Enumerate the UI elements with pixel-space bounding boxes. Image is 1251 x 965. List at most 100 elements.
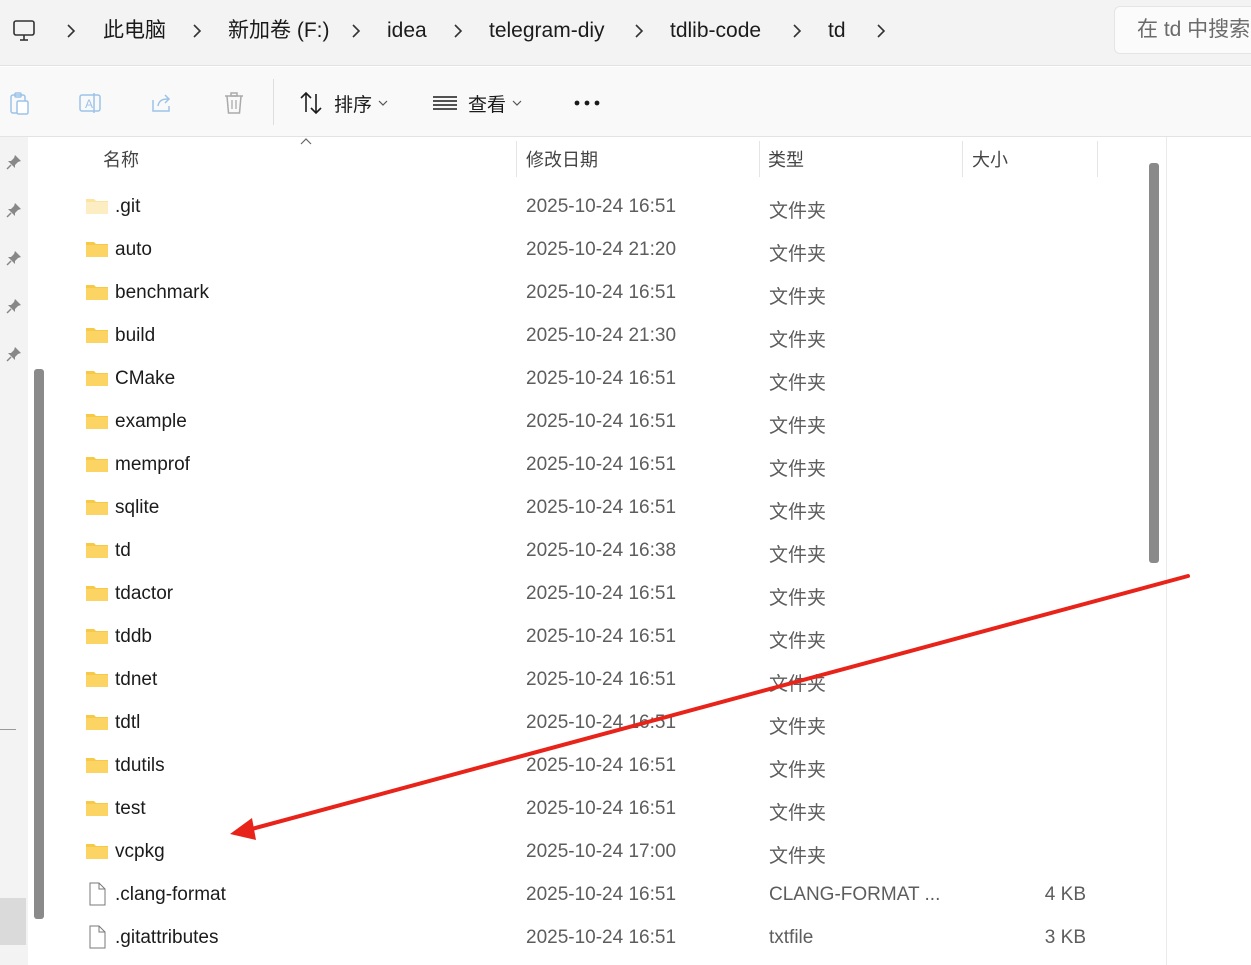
- address-bar: 此电脑 新加卷 (F:) idea telegram-diy tdlib-cod…: [0, 0, 1251, 66]
- file-modified: 2025-10-24 16:51: [526, 411, 677, 432]
- column-name[interactable]: 名称: [103, 146, 139, 172]
- file-size: 3 KB: [1044, 927, 1086, 948]
- column-divider[interactable]: [962, 141, 963, 177]
- file-modified: 2025-10-24 16:51: [526, 798, 677, 819]
- nav-selected-item[interactable]: [0, 898, 26, 945]
- folder-icon: [85, 495, 109, 519]
- chevron-right-icon[interactable]: [190, 21, 204, 41]
- folder-icon: [85, 409, 109, 433]
- view-button[interactable]: 查看: [432, 87, 522, 119]
- breadcrumb-td[interactable]: td: [828, 18, 846, 44]
- chevron-right-icon[interactable]: [874, 21, 888, 41]
- file-row[interactable]: benchmark 2025-10-24 16:51 文件夹: [80, 271, 1120, 314]
- clipboard-icon[interactable]: [6, 90, 32, 116]
- search-input[interactable]: [1137, 18, 1251, 42]
- file-name: auto: [115, 239, 152, 260]
- file-type: 文件夹: [769, 373, 827, 394]
- file-name: .clang-format: [115, 884, 226, 905]
- file-type: 文件夹: [769, 201, 827, 222]
- folder-icon: [85, 538, 109, 562]
- breadcrumb-tdlib-code[interactable]: tdlib-code: [670, 18, 761, 44]
- file-row[interactable]: build 2025-10-24 21:30 文件夹: [80, 314, 1120, 357]
- navigation-pane: [0, 137, 28, 965]
- column-modified[interactable]: 修改日期: [526, 146, 598, 172]
- file-row[interactable]: .gitattributes 2025-10-24 16:51 txtfile 3 K…: [80, 916, 1120, 959]
- list-scrollbar-thumb[interactable]: [1149, 163, 1159, 563]
- file-row[interactable]: example 2025-10-24 16:51 文件夹: [80, 400, 1120, 443]
- file-name: CMake: [115, 368, 176, 389]
- column-divider[interactable]: [516, 141, 517, 177]
- file-name: tdnet: [115, 669, 158, 690]
- folder-icon: [85, 366, 109, 390]
- computer-icon[interactable]: [12, 19, 36, 43]
- file-name: td: [115, 540, 131, 561]
- pin-icon[interactable]: [5, 201, 23, 219]
- column-type[interactable]: 类型: [768, 146, 804, 172]
- search-box[interactable]: [1114, 6, 1251, 54]
- file-modified: 2025-10-24 16:51: [526, 927, 677, 948]
- file-name: tddb: [115, 626, 152, 647]
- chevron-right-icon[interactable]: [451, 21, 465, 41]
- sort-button[interactable]: 排序: [298, 87, 388, 119]
- column-divider[interactable]: [759, 141, 760, 177]
- file-row[interactable]: auto 2025-10-24 21:20 文件夹: [80, 228, 1120, 271]
- file-type: 文件夹: [769, 846, 827, 867]
- chevron-right-icon[interactable]: [790, 21, 804, 41]
- file-name: memprof: [115, 454, 190, 475]
- chevron-right-icon[interactable]: [632, 21, 646, 41]
- file-row[interactable]: .clang-format 2025-10-24 16:51 CLANG-FORMA…: [80, 873, 1120, 916]
- file-size: 4 KB: [1044, 884, 1086, 905]
- file-type: 文件夹: [769, 416, 827, 437]
- breadcrumb-drive-f[interactable]: 新加卷 (F:): [228, 18, 329, 44]
- file-icon: [85, 882, 109, 906]
- file-row[interactable]: td 2025-10-24 16:38 文件夹: [80, 529, 1120, 572]
- file-row[interactable]: test 2025-10-24 16:51 文件夹: [80, 787, 1120, 830]
- file-type: 文件夹: [769, 803, 827, 824]
- file-row[interactable]: .git 2025-10-24 16:51 文件夹: [80, 185, 1120, 228]
- folder-icon: [85, 710, 109, 734]
- file-name: tdutils: [115, 755, 165, 776]
- file-modified: 2025-10-24 17:00: [526, 841, 677, 862]
- file-modified: 2025-10-24 16:51: [526, 626, 677, 647]
- trash-icon[interactable]: [221, 90, 247, 116]
- file-row[interactable]: tdtl 2025-10-24 16:51 文件夹: [80, 701, 1120, 744]
- file-type: 文件夹: [769, 674, 827, 695]
- folder-icon: [85, 452, 109, 476]
- pin-icon[interactable]: [5, 297, 23, 315]
- file-modified: 2025-10-24 21:20: [526, 239, 677, 260]
- column-size[interactable]: 大小: [972, 146, 1008, 172]
- breadcrumb-this-pc[interactable]: 此电脑: [103, 18, 166, 44]
- breadcrumb-telegram-diy[interactable]: telegram-diy: [489, 18, 605, 44]
- share-icon[interactable]: [149, 90, 175, 116]
- folder-icon: [85, 581, 109, 605]
- file-row[interactable]: tdutils 2025-10-24 16:51 文件夹: [80, 744, 1120, 787]
- file-type: 文件夹: [769, 330, 827, 351]
- view-list-icon: [433, 96, 457, 110]
- file-type: 文件夹: [769, 760, 827, 781]
- file-row[interactable]: sqlite 2025-10-24 16:51 文件夹: [80, 486, 1120, 529]
- chevron-right-icon[interactable]: [64, 21, 78, 41]
- file-row[interactable]: memprof 2025-10-24 16:51 文件夹: [80, 443, 1120, 486]
- file-type: CLANG-FORMAT ...: [769, 884, 941, 905]
- more-icon[interactable]: [572, 96, 602, 110]
- nav-divider: [0, 729, 16, 730]
- file-row[interactable]: tdnet 2025-10-24 16:51 文件夹: [80, 658, 1120, 701]
- chevron-right-icon[interactable]: [349, 21, 363, 41]
- file-row[interactable]: CMake 2025-10-24 16:51 文件夹: [80, 357, 1120, 400]
- svg-text:A: A: [85, 97, 93, 111]
- column-divider[interactable]: [1097, 141, 1098, 177]
- pin-icon[interactable]: [5, 345, 23, 363]
- pin-icon[interactable]: [5, 249, 23, 267]
- folder-icon: [85, 667, 109, 691]
- file-row[interactable]: tddb 2025-10-24 16:51 文件夹: [80, 615, 1120, 658]
- file-row[interactable]: vcpkg 2025-10-24 17:00 文件夹: [80, 830, 1120, 873]
- pin-icon[interactable]: [5, 153, 23, 171]
- folder-icon: [85, 194, 109, 218]
- rename-icon[interactable]: A: [77, 90, 103, 116]
- nav-scrollbar[interactable]: [34, 369, 44, 919]
- file-row[interactable]: tdactor 2025-10-24 16:51 文件夹: [80, 572, 1120, 615]
- file-modified: 2025-10-24 16:51: [526, 454, 677, 475]
- file-modified: 2025-10-24 16:51: [526, 196, 677, 217]
- breadcrumb-idea[interactable]: idea: [387, 18, 427, 44]
- file-type: 文件夹: [769, 631, 827, 652]
